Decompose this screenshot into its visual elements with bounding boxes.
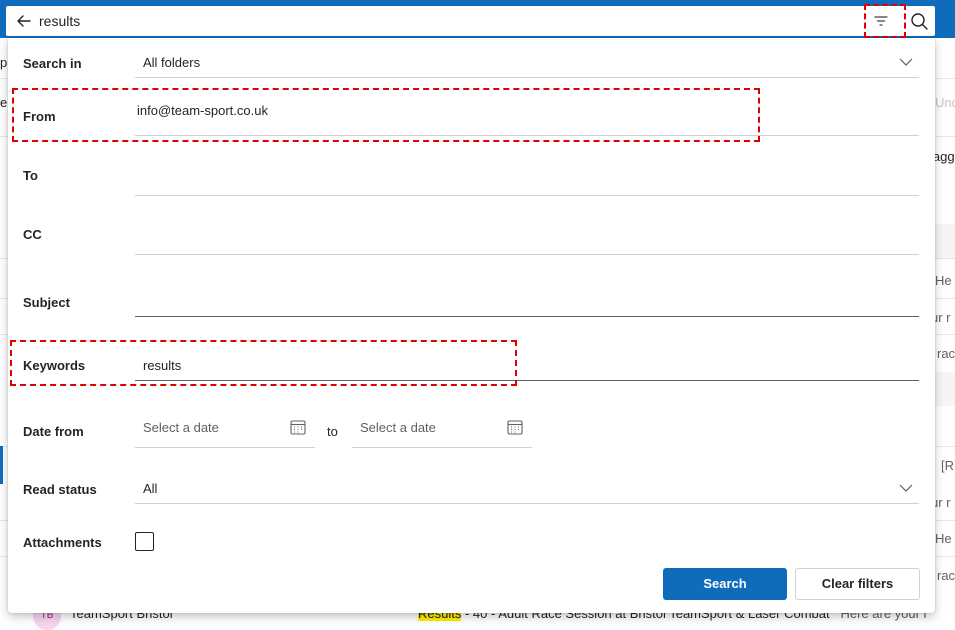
- bg-fragment: p: [0, 55, 8, 70]
- list-item-snippet: He: [935, 531, 952, 546]
- from-label: From: [23, 109, 56, 124]
- search-in-dropdown[interactable]: All folders: [135, 46, 919, 78]
- keywords-value: results: [143, 358, 182, 373]
- search-filter-panel: Search in All folders From info@team-spo…: [8, 38, 935, 613]
- search-icon[interactable]: [908, 10, 930, 32]
- cc-field[interactable]: [135, 205, 919, 255]
- subject-label: Subject: [23, 295, 70, 310]
- arrow-left-icon[interactable]: [15, 12, 33, 30]
- calendar-icon[interactable]: [289, 418, 307, 436]
- list-header-strip: [935, 224, 955, 258]
- search-query[interactable]: results: [39, 13, 80, 29]
- clear-filters-button[interactable]: Clear filters: [795, 568, 920, 600]
- search-button[interactable]: Search: [663, 568, 787, 600]
- bg-fragment: e: [0, 95, 8, 110]
- chevron-down-icon: [899, 58, 913, 66]
- from-value: info@team-sport.co.uk: [137, 103, 268, 118]
- read-status-label: Read status: [23, 482, 97, 497]
- keywords-field[interactable]: results: [135, 341, 919, 381]
- to-field[interactable]: [135, 146, 919, 196]
- chevron-down-icon: [899, 484, 913, 492]
- cc-label: CC: [23, 227, 42, 242]
- search-box[interactable]: results: [6, 6, 935, 36]
- calendar-icon[interactable]: [506, 418, 524, 436]
- attachments-label: Attachments: [23, 535, 102, 550]
- date-from-label: Date from: [23, 424, 84, 439]
- search-in-value: All folders: [143, 55, 201, 70]
- from-field[interactable]: info@team-sport.co.uk: [135, 88, 919, 136]
- search-in-label: Search in: [23, 56, 82, 71]
- list-header-strip: [935, 372, 955, 406]
- date-to-placeholder: Select a date: [360, 420, 436, 435]
- to-label: To: [23, 168, 38, 183]
- list-item-snippet: [R: [941, 458, 954, 473]
- selected-item-indicator: [0, 446, 3, 484]
- read-status-dropdown[interactable]: All: [135, 470, 919, 504]
- attachments-checkbox[interactable]: [135, 532, 154, 551]
- date-to-label: to: [327, 424, 338, 439]
- keywords-label: Keywords: [23, 358, 86, 373]
- list-item-snippet: rac: [937, 568, 955, 583]
- subject-field[interactable]: [135, 265, 919, 317]
- date-to-picker[interactable]: Select a date: [352, 412, 532, 448]
- date-from-placeholder: Select a date: [143, 420, 219, 435]
- list-item-snippet: rac: [937, 346, 955, 361]
- filter-icon[interactable]: [870, 11, 892, 31]
- list-item-snippet: He: [935, 273, 952, 288]
- undo-button[interactable]: Und: [935, 95, 955, 110]
- read-status-value: All: [143, 481, 158, 496]
- date-from-picker[interactable]: Select a date: [135, 412, 315, 448]
